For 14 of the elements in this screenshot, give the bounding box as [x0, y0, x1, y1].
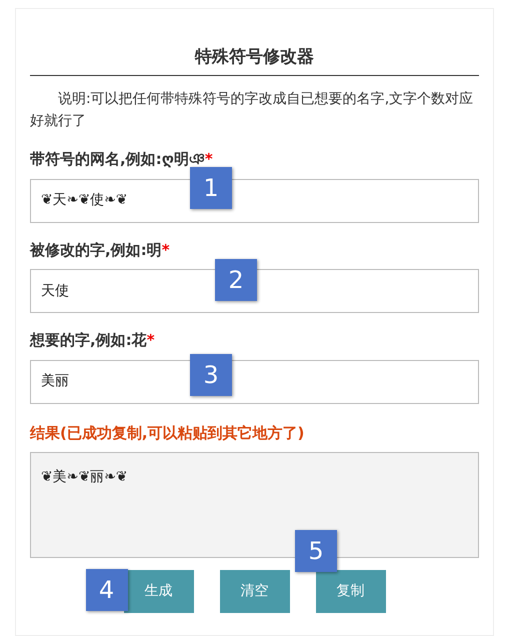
- required-mark: *: [146, 331, 155, 350]
- required-mark: *: [162, 240, 170, 259]
- step-marker: 1: [190, 166, 232, 209]
- field-label: 想要的字,例如:花: [30, 331, 147, 350]
- page-title: 特殊符号修改器: [30, 9, 479, 76]
- field-label: 被修改的字,例如:明: [30, 240, 162, 259]
- step-marker: 4: [86, 569, 128, 612]
- step-marker: 5: [295, 530, 337, 572]
- required-mark: *: [204, 150, 213, 168]
- field-label: 带符号的网名,例如:ღ明ঞ: [30, 150, 205, 168]
- description-text: 说明:可以把任何带特殊符号的字改成自已想要的名字,文字个数对应好就行了: [30, 90, 474, 131]
- step-marker: 2: [215, 259, 257, 302]
- step-marker: 3: [190, 354, 232, 396]
- result-label: 结果(已成功复制,可以粘贴到其它地方了): [30, 422, 306, 444]
